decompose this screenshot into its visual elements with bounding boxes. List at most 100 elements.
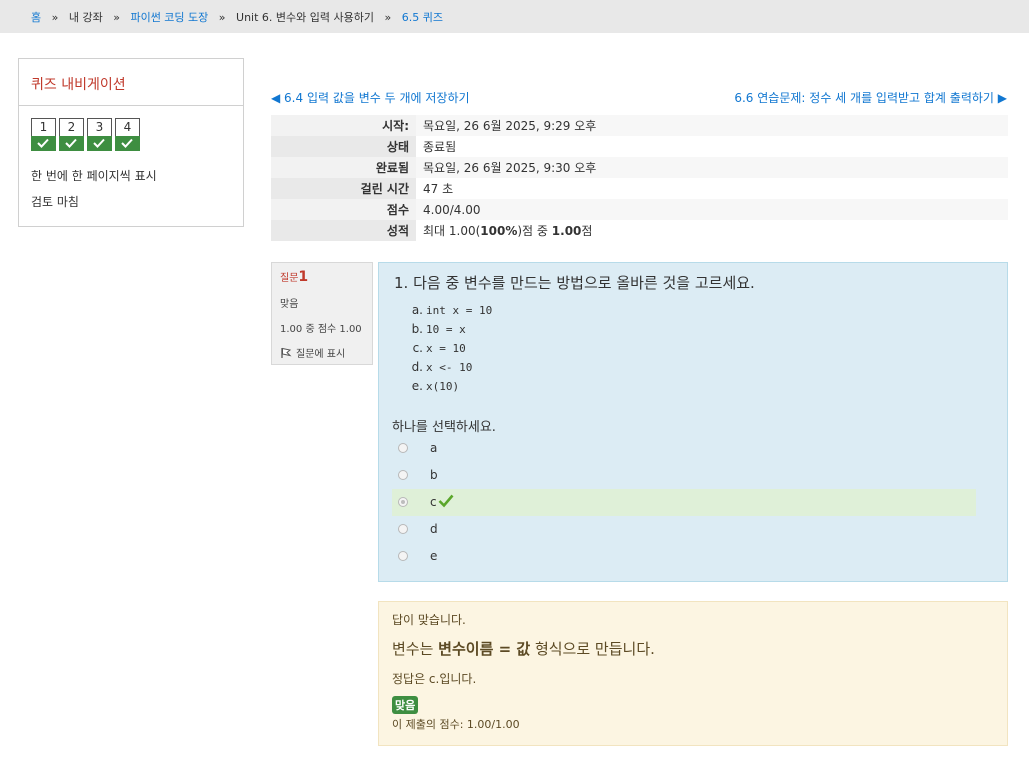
summary-label-time-taken: 걸린 시간 [271,178,416,199]
summary-row: 걸린 시간 47 초 [271,178,1008,199]
check-icon [37,138,49,148]
answer-radio[interactable] [398,524,408,534]
code-option-label: e. [411,379,423,393]
answer-option-e[interactable]: e [392,543,976,570]
show-one-page-link[interactable]: 한 번에 한 페이지씩 표시 [31,167,157,184]
question-nav-button-2[interactable]: 2 [59,118,84,151]
correct-state-bar [59,136,84,151]
answer-option-c[interactable]: c [392,489,976,516]
check-icon [121,138,133,148]
check-icon [93,138,105,148]
general-feedback: 변수는 변수이름 = 값 형식으로 만듭니다. [392,638,655,659]
answer-label: c [430,495,437,509]
flag-icon [281,347,292,358]
code-option-code: x = 10 [426,342,466,355]
quiz-navigation-title: 퀴즈 내비게이션 [19,59,243,106]
summary-value-marks: 4.00/4.00 [416,199,1008,220]
breadcrumb-unit: Unit 6. 변수와 입력 사용하기 [236,11,374,24]
breadcrumb-bar: 홈 » 내 강좌 » 파이썬 코딩 도장 » Unit 6. 변수와 입력 사용… [0,0,1029,33]
summary-value-completed: 목요일, 26 6월 2025, 9:30 오후 [416,157,1008,178]
question-nav-button-4[interactable]: 4 [115,118,140,151]
summary-row: 상태 종료됨 [271,136,1008,157]
code-option-code: x(10) [426,380,460,393]
summary-label-completed: 완료됨 [271,157,416,178]
next-activity-link[interactable]: 6.6 연습문제: 정수 세 개를 입력받고 합계 출력하기 ▶ [734,89,1007,106]
summary-row: 시작: 목요일, 26 6월 2025, 9:29 오후 [271,115,1008,136]
question-label: 질문 [280,273,299,284]
general-feedback-suffix: 형식으로 만듭니다. [530,640,655,658]
breadcrumb-quiz-link[interactable]: 6.5 퀴즈 [402,9,443,25]
summary-row: 완료됨 목요일, 26 6월 2025, 9:30 오후 [271,157,1008,178]
answer-label: b [430,468,438,482]
quiz-navigation-block: 퀴즈 내비게이션 1 2 3 4 한 번에 한 페이지씩 표시 검토 마침 [18,58,244,227]
correct-state-bar [87,136,112,151]
answer-option-b[interactable]: b [392,462,976,489]
summary-label-started: 시작: [271,115,416,136]
breadcrumb-my-courses: 내 강좌 [68,11,103,24]
general-feedback-bold: 변수이름 = 값 [438,640,531,658]
code-option-code: x <- 10 [426,361,473,374]
submission-score: 이 제출의 점수: 1.00/1.00 [392,718,520,731]
correct-check-icon [438,494,454,508]
question-nav-number: 2 [67,120,76,134]
finish-review-link[interactable]: 검토 마침 [31,193,79,210]
summary-value-time-taken: 47 초 [416,178,1008,199]
check-icon [65,138,77,148]
code-option: c. x = 10 [410,341,492,360]
answer-radio[interactable] [398,551,408,561]
question-info-panel: 질문1 맞음 1.00 중 점수 1.00 질문에 표시 [271,262,373,365]
question-nav-button-3[interactable]: 3 [87,118,112,151]
previous-activity-link[interactable]: ◀ 6.4 입력 값을 변수 두 개에 저장하기 [271,89,470,106]
code-option-label: a. [411,303,423,317]
feedback-title: 답이 맞습니다. [392,613,466,627]
breadcrumb-separator: » [218,11,226,24]
code-option-label: c. [412,341,423,355]
right-answer: 정답은 c.입니다. [392,672,477,686]
flag-question-toggle[interactable]: 질문에 표시 [280,345,364,360]
answer-label: d [430,522,438,536]
question-nav-number: 4 [123,120,132,134]
answer-radio[interactable] [398,470,408,480]
answer-radio[interactable] [398,443,408,453]
breadcrumb-home-link[interactable]: 홈 [31,9,41,25]
correct-badge: 맞음 [392,696,419,714]
summary-label-state: 상태 [271,136,416,157]
code-option-list: a. int x = 10 b. 10 = x c. x = 10 d. x <- 10… [410,303,493,398]
breadcrumb-separator: » [51,11,59,24]
grade-mid: )점 중 [517,224,552,238]
answer-option-d[interactable]: d [392,516,976,543]
answer-radio-selected[interactable] [398,497,408,507]
code-option: a. int x = 10 [410,303,492,322]
summary-value-state: 종료됨 [416,136,1008,157]
question-buttons: 1 2 3 4 [31,118,143,154]
code-option-label: d. [411,360,423,374]
general-feedback-prefix: 변수는 [392,640,439,658]
answer-label: e [430,549,438,563]
question-nav-number: 1 [39,120,48,134]
code-option-code: 10 = x [426,323,466,336]
question-feedback: 답이 맞습니다. 변수는 변수이름 = 값 형식으로 만듭니다. 정답은 c.입… [378,601,1008,746]
breadcrumb: 홈 » 내 강좌 » 파이썬 코딩 도장 » Unit 6. 변수와 입력 사용… [31,9,443,25]
code-option: d. x <- 10 [410,360,492,379]
summary-label-grade: 성적 [271,220,416,241]
question-state: 맞음 [280,299,299,310]
question-nav-button-1[interactable]: 1 [31,118,56,151]
question-number: 1 [298,269,309,285]
answer-option-a[interactable]: a [392,435,976,462]
question-content: 1. 다음 중 변수를 만드는 방법으로 올바른 것을 고르세요. a. int … [378,262,1008,582]
breadcrumb-course-link[interactable]: 파이썬 코딩 도장 [130,9,208,25]
flag-question-label: 질문에 표시 [296,349,346,360]
summary-label-marks: 점수 [271,199,416,220]
grade-percent: 100% [480,224,518,238]
breadcrumb-separator: » [113,11,120,24]
code-option: b. 10 = x [410,322,492,341]
summary-row: 점수 4.00/4.00 [271,199,1008,220]
code-option-label: b. [411,322,423,336]
summary-value-grade: 최대 1.00(100%)점 중 1.00점 [416,220,1008,241]
question-mark: 1.00 중 점수 1.00 [280,324,362,335]
answer-prompt: 하나를 선택하세요. [392,420,496,435]
grade-suffix: 점 [581,224,593,238]
answer-list: a b c d e [392,435,976,570]
correct-state-bar [115,136,140,151]
question-text: 1. 다음 중 변수를 만드는 방법으로 올바른 것을 고르세요. [394,274,755,292]
